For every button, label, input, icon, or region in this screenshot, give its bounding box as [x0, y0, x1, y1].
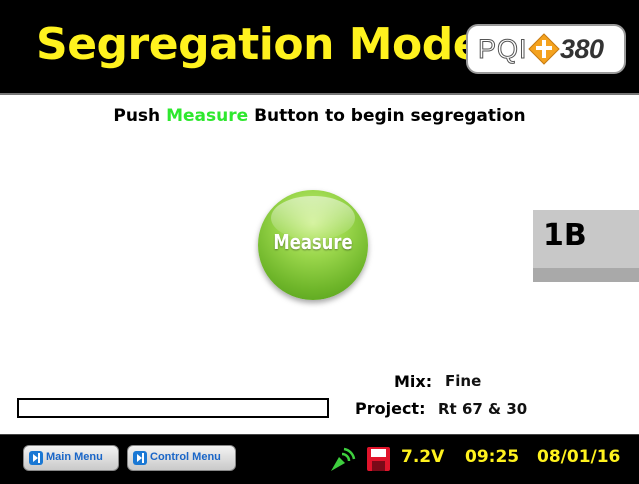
clock-date: 08/01/16	[537, 447, 621, 467]
app-screen: Segregation Mode PQI 380 Push Measure Bu…	[0, 0, 639, 484]
page-title: Segregation Mode	[36, 19, 483, 70]
battery-voltage: 7.2V	[401, 447, 445, 467]
measure-button[interactable]: Measure	[258, 190, 368, 300]
clock-time: 09:25	[465, 447, 520, 467]
instruction-highlight: Measure	[166, 106, 249, 126]
logo-right-text: 380	[560, 34, 604, 64]
save-icon	[367, 447, 390, 471]
progress-bar	[17, 398, 329, 418]
control-menu-label: Control Menu	[150, 451, 221, 463]
logo-left-text: PQI	[478, 34, 528, 65]
segment-label: 1B	[543, 218, 587, 253]
instruction-text: Push Measure Button to begin segregation	[0, 106, 639, 126]
control-menu-button[interactable]: Control Menu	[127, 445, 236, 471]
instruction-prefix: Push	[113, 106, 161, 126]
measure-button-label: Measure	[273, 230, 353, 254]
segment-panel: 1B	[533, 210, 639, 282]
header-bar: Segregation Mode PQI 380	[0, 0, 639, 95]
pqi-380-logo: PQI 380	[466, 24, 626, 74]
logo-diamond-icon	[528, 33, 560, 65]
mix-value: Fine	[445, 372, 482, 390]
main-menu-icon	[29, 451, 43, 465]
mix-label: Mix:	[394, 372, 433, 391]
segment-panel-strip	[533, 268, 639, 282]
main-menu-label: Main Menu	[46, 451, 103, 463]
instruction-suffix: Button to begin segregation	[254, 106, 526, 126]
signal-icon	[331, 447, 356, 471]
footer-bar: Main Menu Control Menu 7.2V 09:25 08/01/…	[0, 434, 639, 484]
project-label: Project:	[355, 399, 426, 418]
main-menu-button[interactable]: Main Menu	[23, 445, 119, 471]
project-value: Rt 67 & 30	[438, 400, 528, 418]
control-menu-icon	[133, 451, 147, 465]
